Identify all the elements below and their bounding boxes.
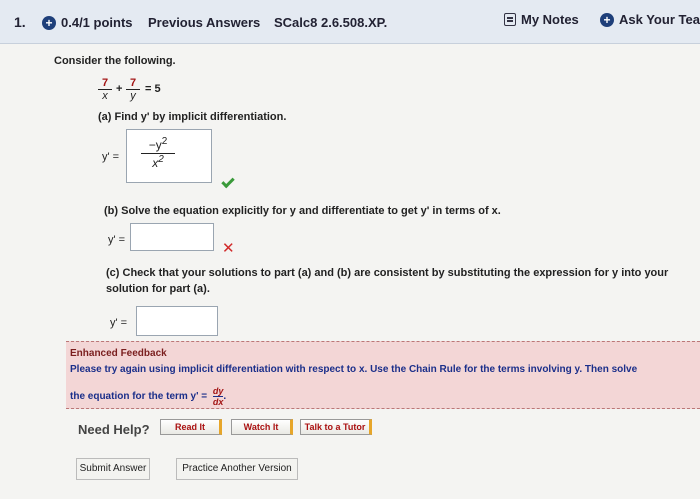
equation-rhs: = 5 <box>145 83 161 95</box>
part-b-answer-input[interactable] <box>130 223 214 251</box>
points-label: 0.4/1 points <box>61 15 133 30</box>
ask-teacher-label: Ask Your Tea <box>619 12 700 27</box>
fraction-7-over-x: 7 x <box>98 77 112 102</box>
plus-circle-icon[interactable]: + <box>42 15 56 30</box>
feedback-title: Enhanced Feedback <box>70 348 167 359</box>
plus-sign: + <box>116 83 123 95</box>
question-body: Consider the following. 7 x + 7 y = 5 (a… <box>0 45 700 499</box>
question-number: 1. <box>14 14 26 30</box>
fraction-7-over-y: 7 y <box>126 77 140 102</box>
part-a-prompt: (a) Find y' by implicit differentiation. <box>98 111 287 123</box>
part-c-answer-input[interactable] <box>136 306 218 336</box>
feedback-line1: Please try again using implicit differen… <box>70 364 638 375</box>
dy-dx-fraction: dy dx <box>212 386 224 407</box>
previous-answers-link[interactable]: Previous Answers <box>148 15 260 30</box>
intro-text: Consider the following. <box>54 55 176 67</box>
enhanced-feedback-panel: Enhanced Feedback Please try again using… <box>66 341 700 409</box>
plus-circle-icon: + <box>600 12 614 27</box>
part-a-answer-fraction: −y2 x2 <box>141 136 175 170</box>
part-c-prompt-line1: (c) Check that your solutions to part (a… <box>106 267 669 279</box>
practice-another-version-button[interactable]: Practice Another Version <box>176 458 298 480</box>
part-a-answer-box[interactable]: −y2 x2 <box>126 129 212 183</box>
watch-it-button[interactable]: Watch It <box>231 419 293 435</box>
notes-icon <box>504 13 516 26</box>
feedback-line2: the equation for the term y' = dy dx . <box>70 386 227 407</box>
ask-teacher-button[interactable]: + Ask Your Tea <box>600 12 700 27</box>
part-c-prompt-line2: solution for part (a). <box>106 283 210 295</box>
need-help-label: Need Help? <box>78 422 150 437</box>
correct-check-icon <box>221 174 235 189</box>
question-header: 1. + 0.4/1 points Previous Answers SCalc… <box>0 0 700 44</box>
part-b-answer-label: y' = <box>108 234 126 246</box>
part-b-prompt: (b) Solve the equation explicitly for y … <box>104 205 501 217</box>
talk-to-tutor-button[interactable]: Talk to a Tutor <box>300 419 372 435</box>
points-indicator[interactable]: + 0.4/1 points <box>42 15 133 30</box>
submit-answer-button[interactable]: Submit Answer <box>76 458 150 480</box>
my-notes-label: My Notes <box>521 12 579 27</box>
part-c-answer-label: y' = <box>110 317 128 329</box>
my-notes-button[interactable]: My Notes <box>504 12 579 27</box>
part-a-answer-label: y' = <box>102 151 120 163</box>
read-it-button[interactable]: Read It <box>160 419 222 435</box>
incorrect-x-icon: ✕ <box>222 240 235 257</box>
assignment-id: SCalc8 2.6.508.XP. <box>274 15 388 30</box>
